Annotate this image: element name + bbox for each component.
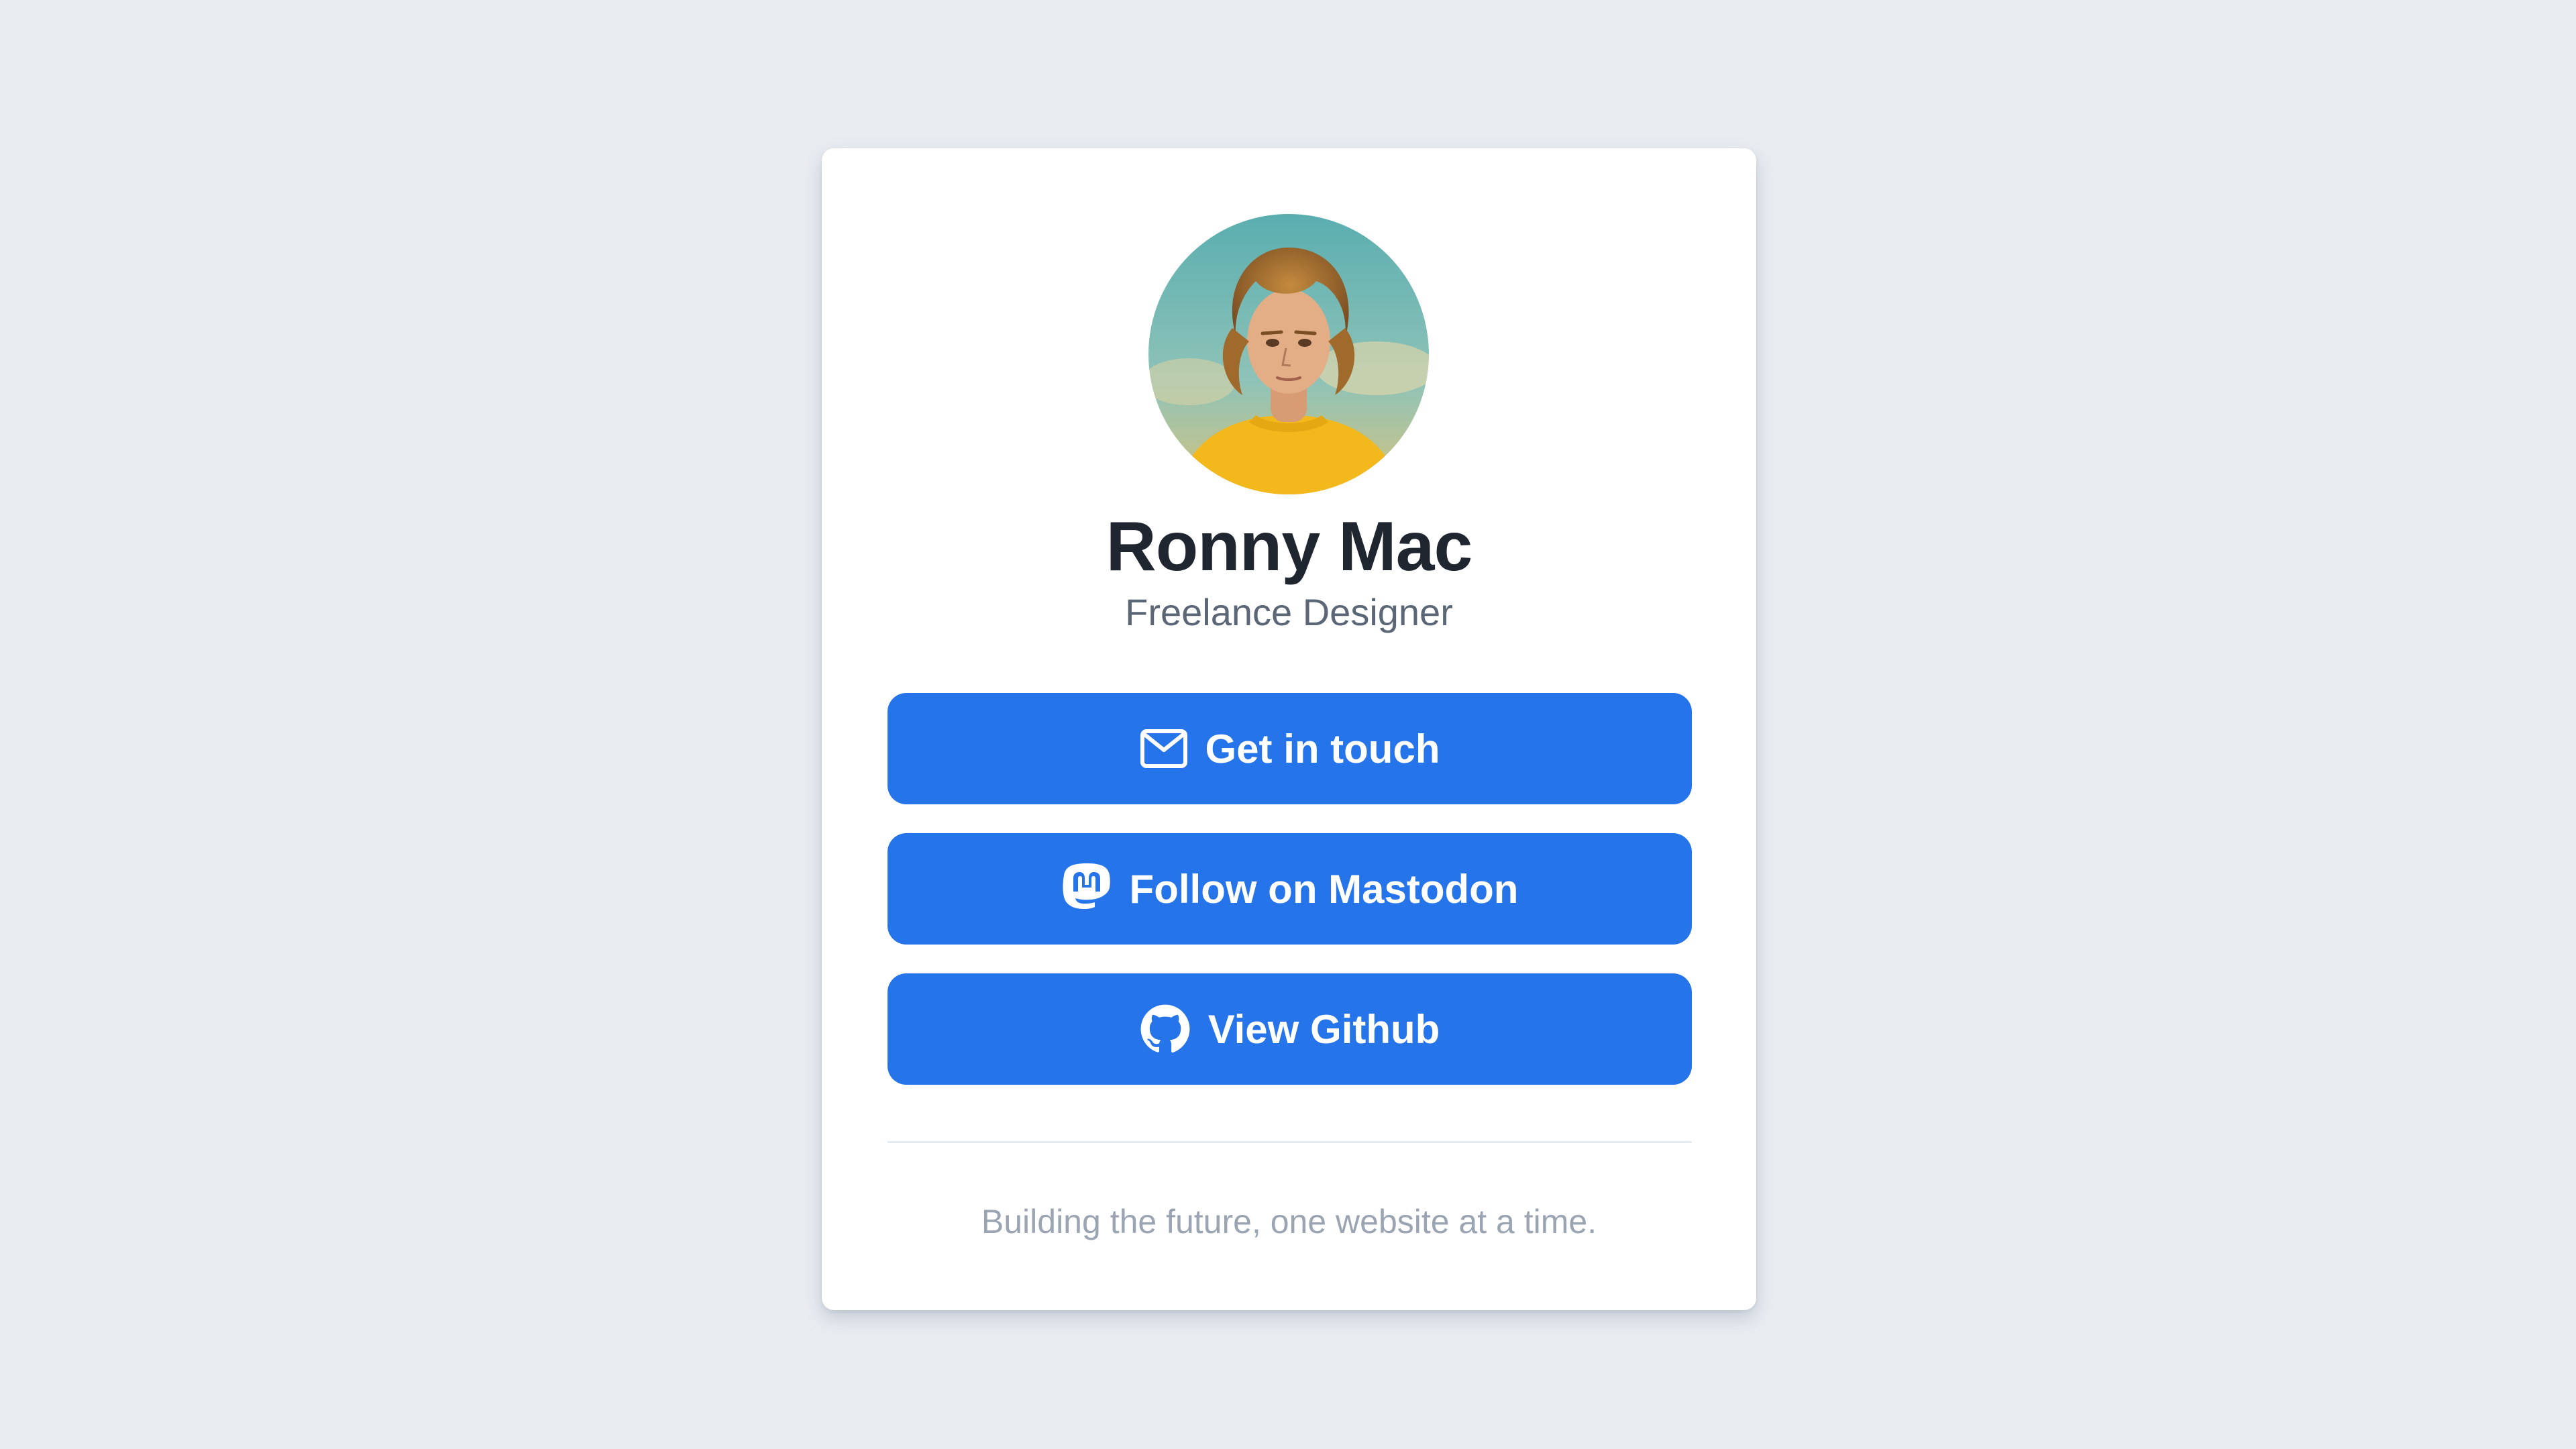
divider (888, 1141, 1692, 1143)
profile-name: Ronny Mac (1106, 508, 1473, 586)
page: Ronny Mac Freelance Designer Get in touc… (0, 0, 2576, 1449)
view-github-label: View Github (1208, 1006, 1440, 1052)
follow-mastodon-label: Follow on Mastodon (1129, 866, 1519, 912)
profile-card: Ronny Mac Freelance Designer Get in touc… (822, 148, 1756, 1310)
avatar (1148, 214, 1429, 494)
get-in-touch-label: Get in touch (1205, 726, 1440, 771)
mastodon-icon (1061, 862, 1112, 916)
follow-mastodon-button[interactable]: Follow on Mastodon (888, 833, 1692, 945)
footer-tagline: Building the future, one website at a ti… (981, 1203, 1597, 1240)
profile-title: Freelance Designer (1125, 591, 1453, 633)
get-in-touch-button[interactable]: Get in touch (888, 693, 1692, 804)
avatar-image (1148, 214, 1429, 494)
envelope-icon (1140, 729, 1188, 769)
view-github-button[interactable]: View Github (888, 973, 1692, 1085)
github-icon (1140, 1004, 1191, 1055)
